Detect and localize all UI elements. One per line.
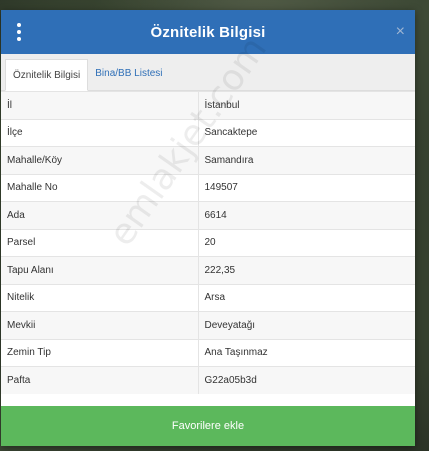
table-row: Pafta G22a05b3d <box>1 366 415 394</box>
add-to-favorites-button[interactable]: Favorilere ekle <box>1 406 415 446</box>
table-row: Tapu Alanı 222,35 <box>1 256 415 284</box>
close-icon[interactable]: × <box>396 22 405 42</box>
menu-dot <box>17 23 21 27</box>
attribute-value: Arsa <box>198 283 415 312</box>
attribute-value: İstanbul <box>198 91 415 119</box>
modal-title: Öznitelik Bilgisi <box>150 23 266 41</box>
attribute-table: İl İstanbul İlçe Sancaktepe Mahalle/Köy … <box>1 91 415 394</box>
attribute-value: G22a05b3d <box>198 366 415 394</box>
attribute-value: 20 <box>198 228 415 257</box>
attribute-value: 222,35 <box>198 256 415 284</box>
kebab-menu-icon[interactable] <box>16 23 22 41</box>
table-row: Mevkii Deveyatağı <box>1 311 415 339</box>
table-row: Ada 6614 <box>1 201 415 229</box>
tab-attribute-info[interactable]: Öznitelik Bilgisi <box>5 59 89 91</box>
modal-header: Öznitelik Bilgisi × <box>1 10 415 54</box>
attribute-value: Ana Taşınmaz <box>198 338 415 367</box>
attribute-info-modal: Öznitelik Bilgisi × Öznitelik Bilgisi Bi… <box>1 10 415 446</box>
tab-building-list[interactable]: Bina/BB Listesi <box>88 58 169 90</box>
menu-dot <box>17 30 21 34</box>
attribute-key: İlçe <box>1 118 199 147</box>
attribute-value: Samandıra <box>198 146 415 174</box>
attribute-key: Tapu Alanı <box>1 256 199 284</box>
attribute-value: 6614 <box>198 201 415 229</box>
attribute-key: Nitelik <box>1 283 199 312</box>
table-row: İl İstanbul <box>1 91 415 119</box>
attribute-value: 149507 <box>198 173 415 202</box>
table-row: İlçe Sancaktepe <box>1 118 415 147</box>
attribute-key: Mahalle No <box>1 173 199 202</box>
attribute-key: Pafta <box>1 366 199 394</box>
attribute-key: Mevkii <box>1 311 199 339</box>
tab-bar: Öznitelik Bilgisi Bina/BB Listesi <box>1 54 415 91</box>
table-row: Nitelik Arsa <box>1 283 415 312</box>
table-row: Mahalle No 149507 <box>1 173 415 202</box>
table-row: Parsel 20 <box>1 228 415 257</box>
attribute-value: Deveyatağı <box>198 311 415 339</box>
attribute-key: Parsel <box>1 228 199 257</box>
attribute-key: İl <box>1 91 199 119</box>
table-row: Zemin Tip Ana Taşınmaz <box>1 338 415 367</box>
attribute-key: Ada <box>1 201 199 229</box>
attribute-key: Mahalle/Köy <box>1 146 199 174</box>
table-row: Mahalle/Köy Samandıra <box>1 146 415 174</box>
attribute-key: Zemin Tip <box>1 338 199 367</box>
menu-dot <box>17 37 21 41</box>
attribute-value: Sancaktepe <box>198 118 415 147</box>
